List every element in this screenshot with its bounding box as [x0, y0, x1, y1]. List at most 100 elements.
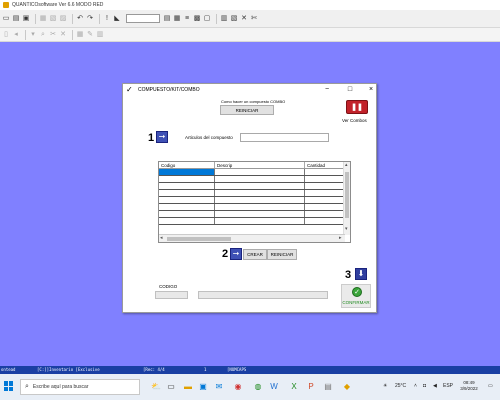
network-icon[interactable]: ◘ — [423, 383, 426, 389]
scroll-down-icon[interactable]: ▾ — [345, 226, 348, 233]
vertical-scroll-thumb[interactable] — [345, 172, 349, 218]
reiniciar-bottom-button[interactable]: REINICIAR — [267, 249, 297, 260]
file-explorer-icon[interactable]: ▬ — [182, 381, 194, 393]
table-row[interactable] — [159, 176, 345, 183]
toolbar-separator — [35, 13, 36, 24]
close-icon[interactable]: × — [365, 84, 377, 96]
horizontal-scrollbar[interactable]: ◂ ▸ — [159, 234, 345, 242]
horizontal-scroll-thumb[interactable] — [167, 237, 231, 241]
articulos-grid[interactable]: Codigo Descrip Cantidad ▴ ▾ ◂ ▸ — [158, 161, 351, 243]
calc-icon[interactable]: ▦ — [76, 31, 84, 39]
toolbar-separator — [72, 29, 73, 40]
articulos-label: Articulos del compuesto — [185, 135, 233, 140]
quantico-app-icon[interactable]: ◆ — [341, 381, 353, 393]
taskbar-search-box[interactable]: ⌕ Escribe aquí para buscar — [20, 379, 140, 395]
language-label[interactable]: ESP — [443, 383, 453, 389]
step-3-down-arrow-icon[interactable]: ⬇ — [355, 268, 367, 280]
step-1-arrow-icon[interactable]: ➞ — [156, 131, 168, 143]
window-icon[interactable]: ▢ — [203, 15, 211, 23]
clock-date: 3/9/2022 — [460, 386, 478, 391]
info-icon[interactable]: ! — [103, 15, 111, 23]
status-record: [Rec: 4/4 — [143, 367, 165, 372]
form-icon[interactable]: ▤ — [163, 15, 171, 23]
chart-icon[interactable]: ◣ — [113, 15, 121, 23]
vertical-scrollbar[interactable]: ▴ ▾ — [343, 162, 350, 235]
step-2-arrow-icon[interactable]: ➞ — [230, 248, 242, 260]
filter-icon[interactable]: ▾ — [29, 31, 37, 39]
copy-icon[interactable]: ▨ — [59, 15, 67, 23]
reiniciar-top-button[interactable]: REINICIAR — [220, 105, 274, 115]
build-icon[interactable]: ✕ — [59, 31, 67, 39]
ver-combos-label[interactable]: Ver Combos — [342, 118, 367, 123]
open-folder-icon[interactable]: ▤ — [12, 15, 20, 23]
cut-icon[interactable]: ✂ — [49, 31, 57, 39]
status-keys: [NUMCAPS — [227, 367, 247, 372]
undo-icon[interactable]: ↶ — [76, 15, 84, 23]
store-icon[interactable]: ▣ — [197, 381, 209, 393]
temperature-label[interactable]: 25°C — [395, 383, 406, 389]
table-icon[interactable]: ▦ — [173, 15, 181, 23]
table-row[interactable] — [159, 211, 345, 218]
edit-icon[interactable]: ✎ — [86, 31, 94, 39]
task-view-icon[interactable]: ▭ — [165, 381, 177, 393]
app-icon-red[interactable]: ◉ — [232, 381, 244, 393]
find-icon[interactable]: ⌕ — [39, 31, 47, 39]
tiles-icon[interactable]: ▥ — [220, 15, 228, 23]
app-titlebar: QUANTICOsoftware Ver 6.6 MODO RED — [0, 0, 500, 10]
save-icon[interactable]: ▣ — [22, 15, 30, 23]
maximize-icon[interactable]: □ — [344, 84, 356, 96]
weather-widget-icon[interactable]: ⛅ — [150, 381, 162, 393]
list-icon[interactable]: ≡ — [183, 15, 191, 23]
new-file-icon[interactable]: ▭ — [2, 15, 10, 23]
dialog-titlebar: ✓ COMPUESTO/KIT/COMBO − □ × — [123, 84, 376, 96]
table-row[interactable] — [159, 169, 345, 176]
step-3-number: 3 — [345, 269, 352, 281]
trash-icon[interactable]: ▥ — [96, 31, 104, 39]
minimize-icon[interactable]: − — [321, 84, 333, 96]
mail-icon[interactable]: ✉ — [213, 381, 225, 393]
combos-logo-icon[interactable]: ❚❚ — [346, 100, 368, 114]
table-row[interactable] — [159, 218, 345, 225]
scroll-left-icon[interactable]: ◂ — [160, 235, 163, 242]
taskbar-clock[interactable]: 08:49 3/9/2022 — [456, 380, 482, 392]
tools-icon[interactable]: ✕ — [240, 15, 248, 23]
wrench-icon[interactable]: ✄ — [250, 15, 258, 23]
volume-icon[interactable]: ◀ — [433, 383, 437, 389]
search-icon: ⌕ — [25, 383, 29, 390]
table-row[interactable] — [159, 197, 345, 204]
grid-header: Codigo Descrip Cantidad — [159, 162, 345, 169]
first-record-icon[interactable]: ▯ — [2, 31, 10, 39]
prev-record-icon[interactable]: ◂ — [12, 31, 20, 39]
grid-header-descrip[interactable]: Descrip — [215, 162, 305, 168]
grid-cell-selected[interactable] — [159, 169, 215, 175]
scroll-right-icon[interactable]: ▸ — [339, 235, 342, 242]
grid-icon[interactable]: ▩ — [193, 15, 201, 23]
start-menu-icon[interactable] — [4, 381, 14, 391]
table-row[interactable] — [159, 183, 345, 190]
articulos-input[interactable] — [240, 133, 329, 142]
grid-header-cantidad[interactable]: Cantidad — [305, 162, 345, 168]
scroll-up-icon[interactable]: ▴ — [345, 162, 348, 169]
main-toolbar: ▭ ▤ ▣ ▦ ▧ ▨ ↶ ↷ ! ◣ ▤ ▦ ≡ ▩ ▢ ▥ ▧ ✕ ✄ — [0, 10, 500, 28]
print-icon[interactable]: ▦ — [39, 15, 47, 23]
table-row[interactable] — [159, 204, 345, 211]
app-icon-grey[interactable]: ▤ — [322, 381, 334, 393]
notifications-icon[interactable]: ▭ — [488, 383, 493, 389]
chrome-icon[interactable]: ◍ — [252, 381, 264, 393]
powerpoint-icon[interactable]: P — [305, 381, 317, 393]
weather-icon[interactable]: ☀ — [383, 383, 387, 389]
app-logo-icon — [3, 2, 9, 8]
excel-icon[interactable]: X — [288, 381, 300, 393]
preview-icon[interactable]: ▧ — [49, 15, 57, 23]
toolbar-separator — [99, 13, 100, 24]
tray-expand-icon[interactable]: ˄ — [414, 383, 417, 389]
combo-dialog: ✓ COMPUESTO/KIT/COMBO − □ × Como hacer u… — [122, 83, 377, 313]
confirmar-button[interactable]: ✓ CONFIRMAR — [341, 284, 371, 308]
grid-header-codigo[interactable]: Codigo — [159, 162, 215, 168]
crear-button[interactable]: CREAR — [243, 249, 267, 260]
cascade-icon[interactable]: ▧ — [230, 15, 238, 23]
table-row[interactable] — [159, 190, 345, 197]
redo-icon[interactable]: ↷ — [86, 15, 94, 23]
word-icon[interactable]: W — [268, 381, 280, 393]
toolbar-combo-input[interactable] — [126, 14, 160, 23]
